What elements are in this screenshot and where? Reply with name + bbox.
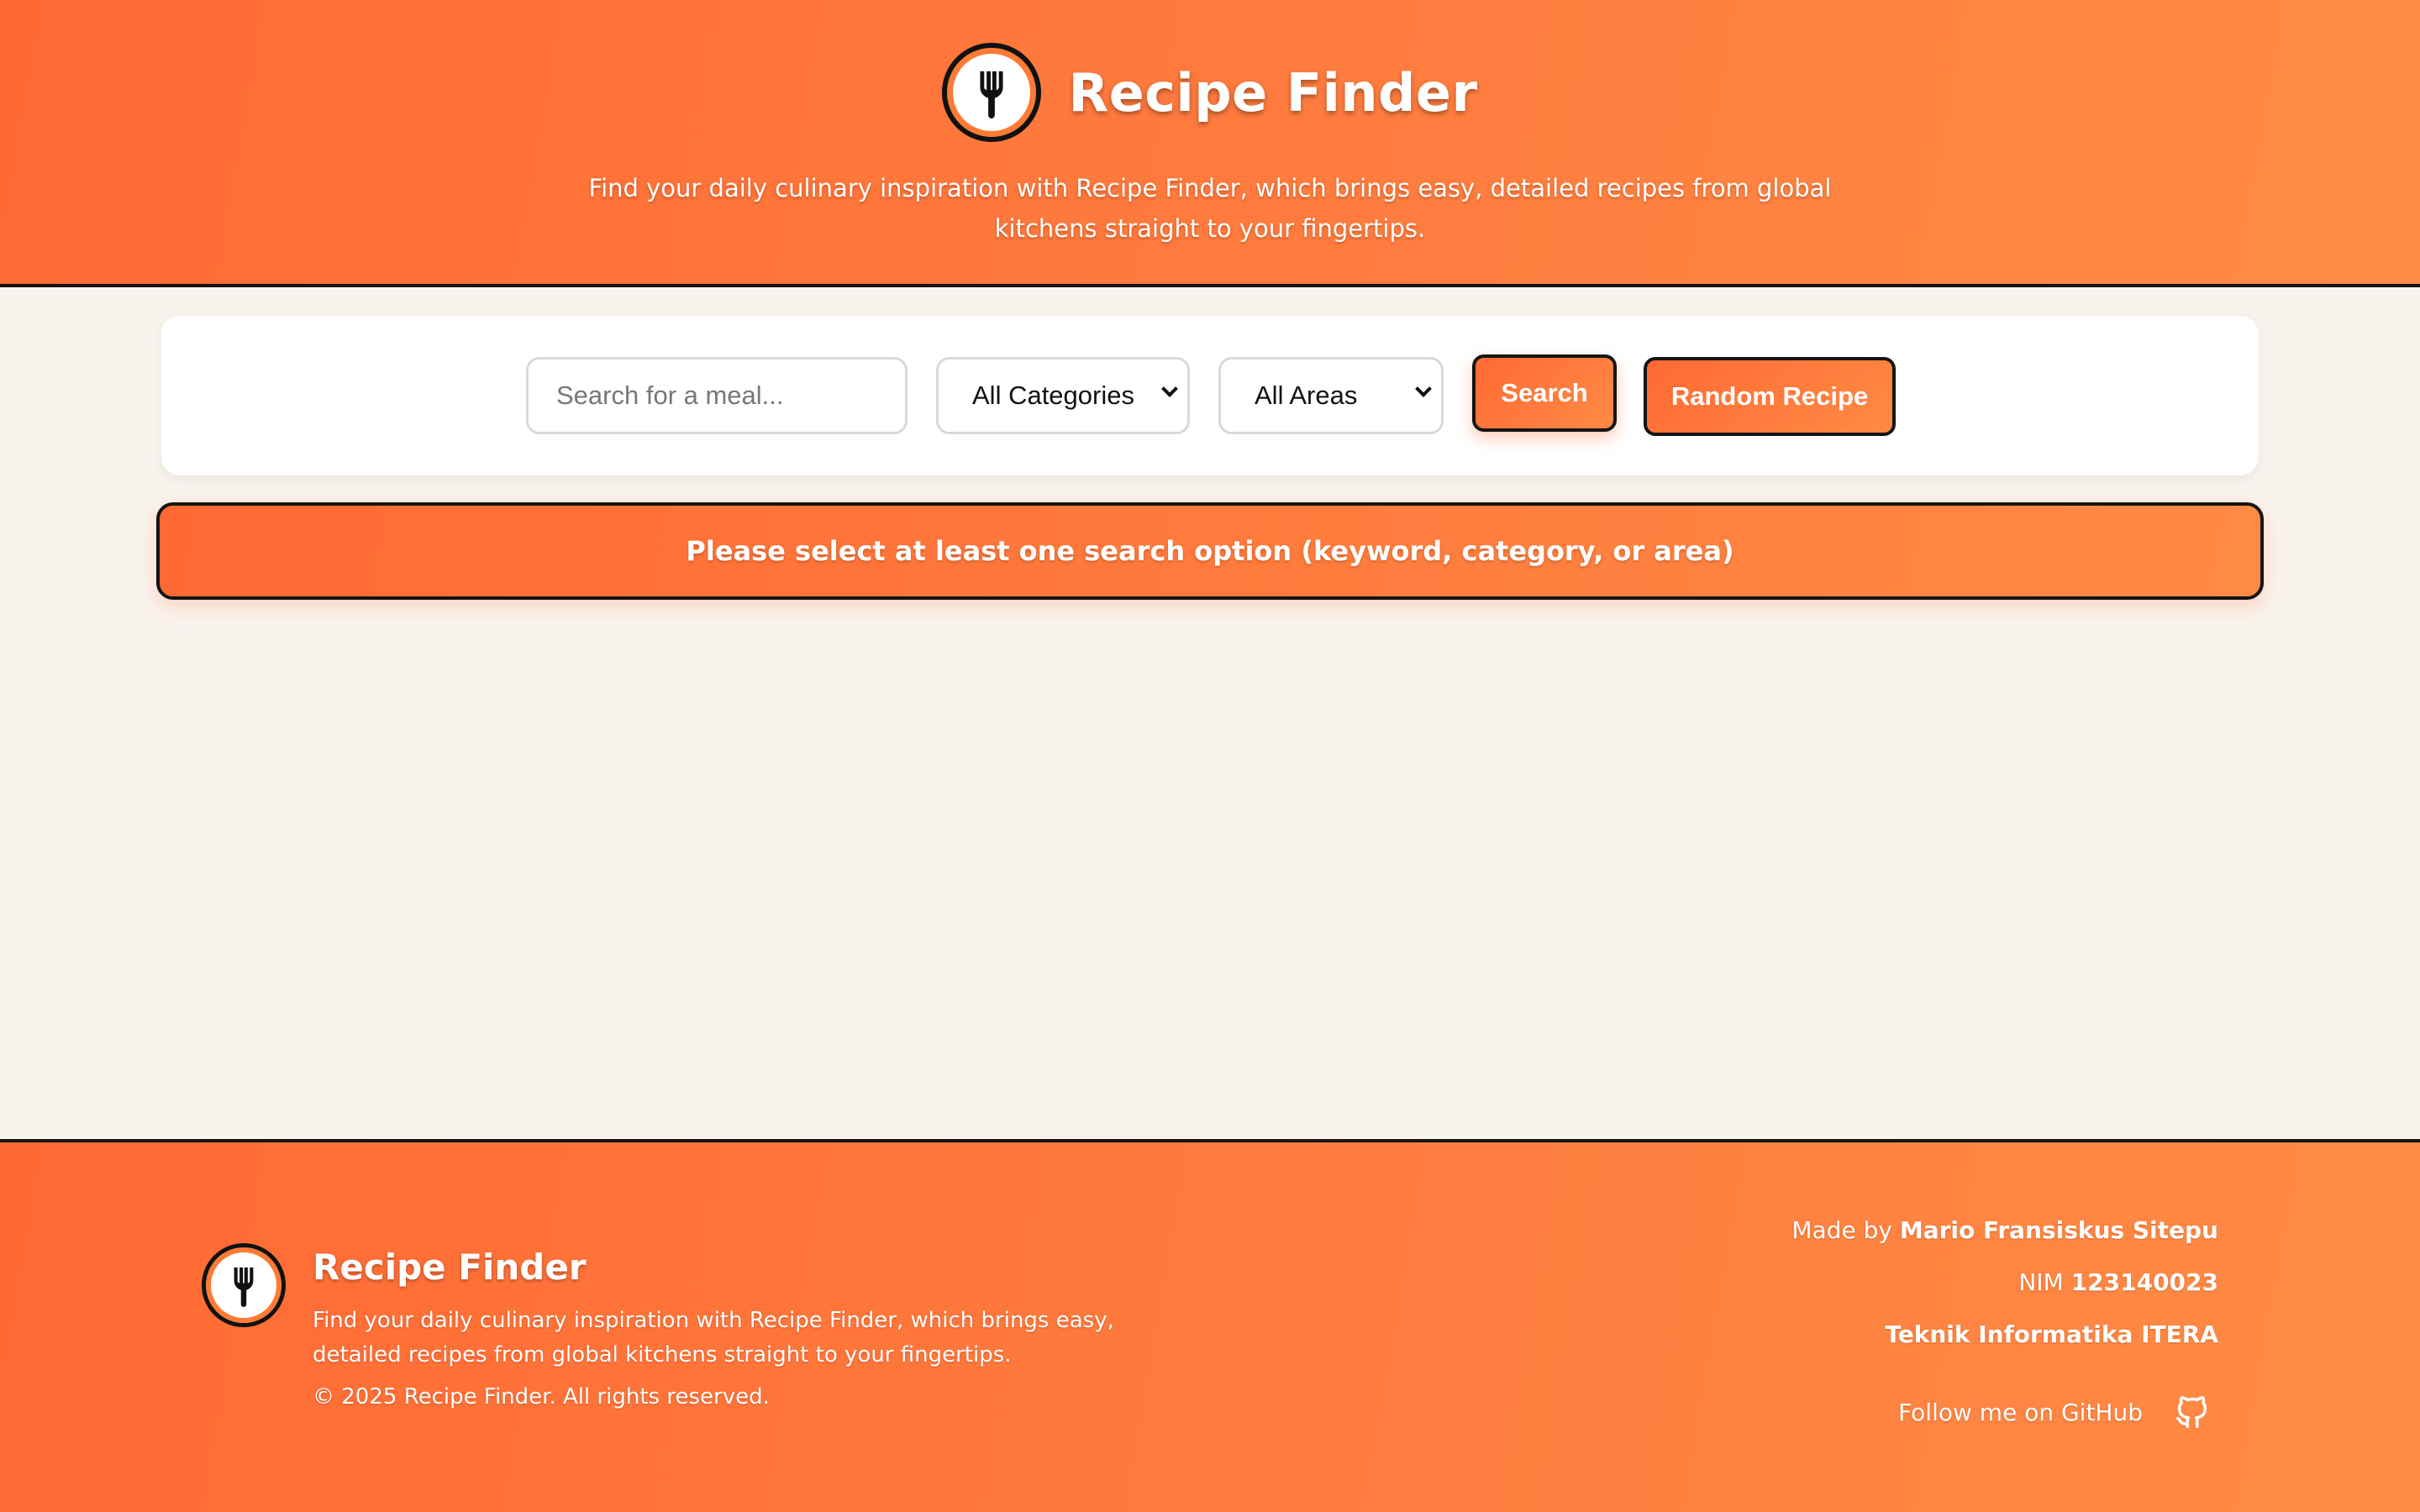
chevron-down-icon (1161, 381, 1178, 397)
made-by-prefix: Made by (1791, 1216, 1892, 1244)
fork-icon-graphic (234, 1267, 254, 1307)
tagline: Find your daily culinary inspiration wit… (588, 174, 1832, 243)
nim: NIM 123140023 (2018, 1268, 2218, 1296)
search-panel (161, 316, 2259, 475)
brand: Recipe Finder (0, 40, 2420, 144)
category-select-value: All Categories (972, 381, 1134, 410)
area-select[interactable]: All Areas (1218, 357, 1444, 434)
footer-title: Recipe Finder (313, 1247, 587, 1288)
made-by: Made by Mario Fransiskus Sitepu (1791, 1216, 2218, 1244)
page-title: Recipe Finder (1068, 61, 1478, 123)
nim-prefix: NIM (2018, 1268, 2064, 1296)
nim-value: 123140023 (2070, 1268, 2218, 1296)
fork-icon (942, 43, 1042, 142)
random-recipe-button[interactable]: Random Recipe (1644, 357, 1896, 436)
site-header: Recipe Finder Find your daily culinary i… (0, 0, 2420, 287)
author-name: Mario Fransiskus Sitepu (1899, 1216, 2218, 1244)
github-label: Follow me on GitHub (1898, 1398, 2143, 1426)
category-select[interactable]: All Categories (936, 357, 1190, 434)
github-icon[interactable] (2173, 1393, 2212, 1431)
department: Teknik Informatika ITERA (1885, 1320, 2218, 1348)
footer-description: Find your daily culinary inspiration wit… (313, 1308, 1114, 1368)
fork-icon (202, 1243, 286, 1327)
search-input[interactable]: Search for a meal... (526, 357, 908, 434)
alert-message: Please select at least one search option… (156, 502, 2264, 600)
search-button[interactable]: Search (1472, 354, 1617, 432)
fork-icon-graphic (980, 71, 1004, 118)
github-link[interactable]: Follow me on GitHub (1898, 1393, 2212, 1431)
copyright: © 2025 Recipe Finder. All rights reserve… (313, 1384, 770, 1410)
chevron-down-icon (1415, 381, 1432, 397)
area-select-value: All Areas (1255, 381, 1358, 410)
